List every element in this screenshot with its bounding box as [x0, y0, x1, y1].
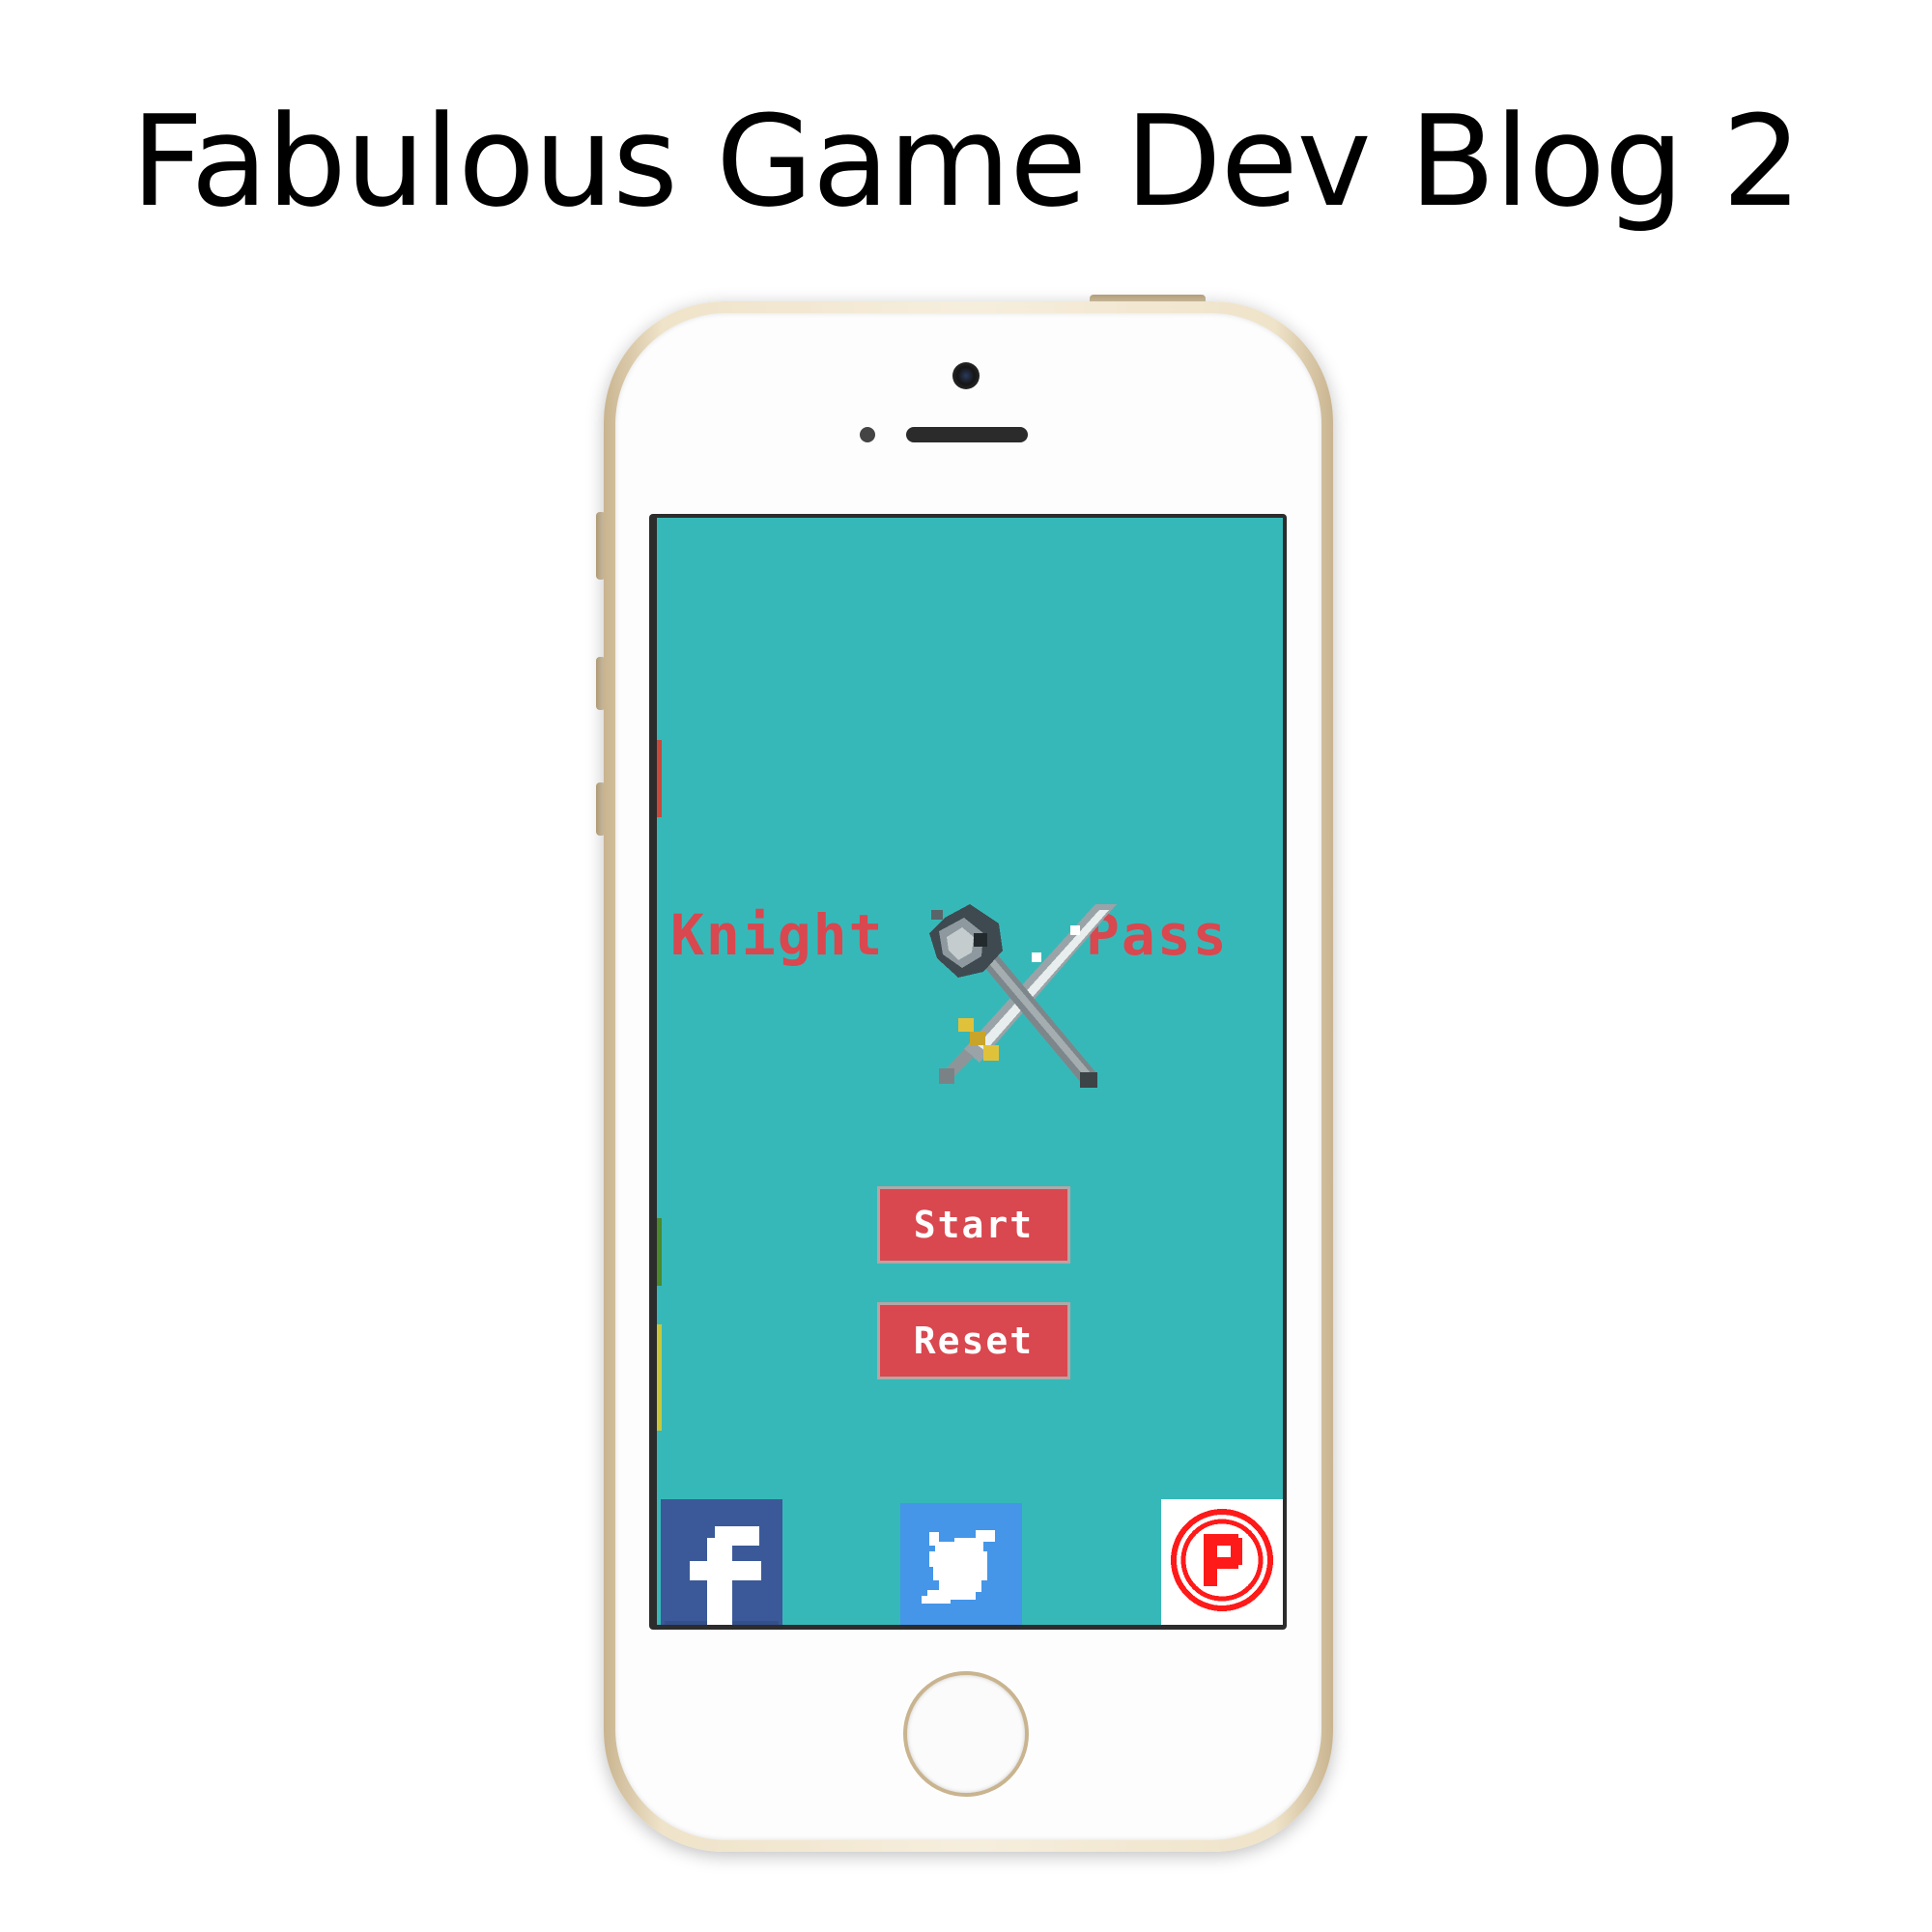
- crossed-axe-sword-icon: [929, 904, 1117, 1088]
- page-title: Fabulous Game Dev Blog 2: [130, 88, 1803, 235]
- game-screen: Knight Pass Start Reset: [657, 518, 1283, 1625]
- edge-glitch: [657, 1218, 662, 1286]
- start-button[interactable]: Start: [877, 1186, 1070, 1264]
- home-button[interactable]: [903, 1671, 1029, 1797]
- twitter-icon: [900, 1503, 1022, 1625]
- proximity-sensor: [860, 427, 875, 442]
- facebook-button[interactable]: [661, 1499, 782, 1625]
- game-title-word-knight: Knight: [670, 902, 885, 968]
- earpiece-speaker: [906, 427, 1028, 442]
- edge-glitch: [657, 740, 662, 817]
- reset-button[interactable]: Reset: [877, 1302, 1070, 1379]
- twitter-button[interactable]: [900, 1503, 1022, 1625]
- front-camera-icon: [952, 362, 980, 389]
- p-badge-button[interactable]: [1161, 1499, 1283, 1625]
- facebook-icon: [661, 1499, 782, 1625]
- edge-glitch: [657, 1324, 662, 1431]
- p-badge-icon: [1161, 1499, 1283, 1625]
